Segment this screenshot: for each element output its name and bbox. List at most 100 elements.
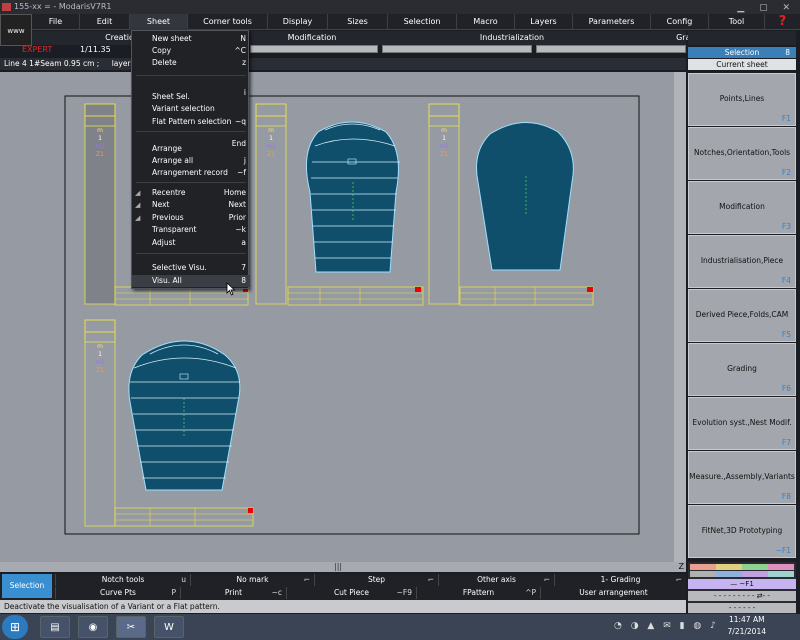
fbutton-derived-piece[interactable]: Derived Piece,Folds,CAM F5 xyxy=(688,289,796,342)
selection-mode-button[interactable]: Selection xyxy=(2,574,52,598)
menu-edit[interactable]: Edit xyxy=(80,14,130,30)
grading-mode-button[interactable]: 1- Grading ⌐ xyxy=(554,574,686,586)
current-sheet-button[interactable]: Current sheet xyxy=(688,59,796,70)
clock[interactable]: 11:47 AM 7/21/2014 xyxy=(728,614,766,638)
fbutton-industrialisation[interactable]: Industrialisation,Piece F4 xyxy=(688,235,796,288)
pattern-piece-4: m 1 m1 Z1 xyxy=(84,319,254,527)
menu-item-transparent[interactable]: Transparent ~k xyxy=(132,224,250,236)
menu-item-previous[interactable]: ◢ Previous Prior xyxy=(132,212,250,224)
print-button[interactable]: Print ~c xyxy=(180,587,286,599)
fbutton-fitnet[interactable]: FitNet,3D Prototyping ~F1 xyxy=(688,505,796,558)
menu-parameters[interactable]: Parameters xyxy=(573,14,651,30)
menu-tool[interactable]: Tool xyxy=(709,14,765,30)
fbutton-grading[interactable]: Grading F6 xyxy=(688,343,796,396)
cut-piece-button[interactable]: Cut Piece ~F9 xyxy=(286,587,416,599)
fbutton-modification[interactable]: Modification F3 xyxy=(688,181,796,234)
menu-item-new-sheet[interactable]: New sheet N xyxy=(132,33,250,45)
swatch-f6[interactable] xyxy=(716,571,742,577)
swatch-f8[interactable] xyxy=(768,571,794,577)
vertical-scrollbar[interactable] xyxy=(674,72,686,562)
notch-tools-button[interactable]: Notch tools u xyxy=(55,574,190,586)
swatch-f7[interactable] xyxy=(742,571,768,577)
menu-corner-tools[interactable]: Corner tools xyxy=(188,14,268,30)
pattern-piece-2: m 1 m1 Z1 xyxy=(255,103,424,306)
menu-file[interactable]: File xyxy=(32,14,80,30)
menu-item-variant-selection[interactable]: Variant selection xyxy=(132,103,250,115)
menu-sheet[interactable]: Sheet xyxy=(130,14,188,30)
menu-item-next[interactable]: ◢ Next Next xyxy=(132,199,250,211)
modaris-icon[interactable]: ✂ xyxy=(116,616,146,638)
zoom-label[interactable]: Z xyxy=(679,562,684,572)
menu-item-copy[interactable]: Copy ^C xyxy=(132,45,250,57)
menu-item-delete[interactable]: Delete z xyxy=(132,57,250,69)
menu-macro[interactable]: Macro xyxy=(457,14,515,30)
menu-display[interactable]: Display xyxy=(268,14,328,30)
curve-pts-button[interactable]: Curve Pts P xyxy=(55,587,180,599)
menu-item-arrangement-record[interactable]: Arrangement record ~f xyxy=(132,167,250,179)
grading-field[interactable] xyxy=(536,45,686,53)
fbutton-key: F6 xyxy=(781,384,791,393)
modification-field[interactable] xyxy=(250,45,378,53)
fbutton-key: ~F1 xyxy=(775,546,791,555)
work-area[interactable]: m 1 m1 Z1 m 1 m1 Z1 m 1 m1 Z1 m 1 m1 Z1 xyxy=(0,72,686,562)
menu-item-flat-pattern-selection[interactable]: Flat Pattern selection ~q xyxy=(132,116,250,128)
pattern-canvas[interactable]: m 1 m1 Z1 m 1 m1 Z1 m 1 m1 Z1 m 1 m1 Z1 xyxy=(0,72,674,562)
piece-frame xyxy=(255,103,287,305)
window-controls[interactable]: ▁ ▢ ✕ xyxy=(737,1,796,15)
menu-item-label: Arrange xyxy=(152,144,182,153)
shortcut: ⌐ xyxy=(303,575,310,584)
tab-industrialization[interactable]: Industrialization xyxy=(432,31,592,45)
step-button[interactable]: Step ⌐ xyxy=(314,574,438,586)
industrialization-field[interactable] xyxy=(382,45,532,53)
title-bar: 155-xx = - ModarisV7R1 ▁ ▢ ✕ xyxy=(0,0,800,14)
piece-label: m xyxy=(268,127,274,134)
explorer-icon[interactable]: ▤ xyxy=(40,616,70,638)
menu-item-arrange-all[interactable]: Arrange all j xyxy=(132,155,250,167)
piece-frame xyxy=(428,103,460,305)
fbutton-evolution[interactable]: Evolution syst.,Nest Modif. F7 xyxy=(688,397,796,450)
system-tray-icons[interactable]: ◔ ◑ ▲ ✉ ▮ ◍ ♪ xyxy=(614,621,719,631)
piece-marker xyxy=(587,287,593,292)
menu-item-label: Flat Pattern selection xyxy=(152,117,232,126)
menu-item-selective-visu[interactable]: Selective Visu. 7 xyxy=(132,262,250,274)
no-mark-button[interactable]: No mark ⌐ xyxy=(190,574,314,586)
menu-config[interactable]: Config xyxy=(651,14,709,30)
menu-item-label: Selective Visu. xyxy=(152,263,207,272)
piece-label: Z1 xyxy=(440,151,448,158)
fbutton-key: F7 xyxy=(781,438,791,447)
word-icon[interactable]: W xyxy=(154,616,184,638)
menu-layers[interactable]: Layers xyxy=(515,14,573,30)
horizontal-scrollbar[interactable]: ||| Z xyxy=(0,562,686,572)
fbutton-key: F4 xyxy=(781,276,791,285)
swatch-f2[interactable] xyxy=(716,564,742,570)
help-icon[interactable]: ? xyxy=(765,14,800,29)
shortcut: ~q xyxy=(234,117,246,126)
fpattern-button[interactable]: FPattern ^P xyxy=(416,587,540,599)
scroll-grip-icon[interactable]: ||| xyxy=(334,562,342,572)
other-axis-button[interactable]: Other axis ⌐ xyxy=(438,574,554,586)
menu-sizes[interactable]: Sizes xyxy=(328,14,388,30)
piece-label: Z1 xyxy=(267,151,275,158)
fitnet-control[interactable]: — ~F1 xyxy=(688,579,796,589)
nav-control[interactable]: - - - - - - - - - ⇄- - xyxy=(688,591,796,601)
nav-control-2[interactable]: - - - - - - xyxy=(688,603,796,613)
menu-item-label: Arrangement record xyxy=(152,168,228,177)
swatch-f4[interactable] xyxy=(768,564,794,570)
swatch-f1[interactable] xyxy=(690,564,716,570)
fbutton-notches[interactable]: Notches,Orientation,Tools F2 xyxy=(688,127,796,180)
selection-indicator[interactable]: Selection 8 xyxy=(688,47,796,58)
tab-modification[interactable]: Modification xyxy=(232,31,392,45)
menu-item-adjust[interactable]: Adjust a xyxy=(132,237,250,249)
swatch-f5[interactable] xyxy=(690,571,716,577)
chrome-icon[interactable]: ◉ xyxy=(78,616,108,638)
start-button-icon[interactable]: ⊞ xyxy=(2,615,28,639)
fbutton-measure[interactable]: Measure.,Assembly,Variants F8 xyxy=(688,451,796,504)
menu-item-arrange[interactable]: Arrange End xyxy=(132,138,250,153)
menu-item-recentre[interactable]: ◢ Recentre Home xyxy=(132,187,250,199)
menu-selection[interactable]: Selection xyxy=(388,14,457,30)
swatch-f3[interactable] xyxy=(742,564,768,570)
piece-label: m xyxy=(97,343,103,350)
menu-item-sheet-sel[interactable]: Sheet Sel. i xyxy=(132,88,250,103)
user-arrangement-button[interactable]: User arrangement xyxy=(540,587,686,599)
fbutton-points-lines[interactable]: Points,Lines F1 xyxy=(688,73,796,126)
